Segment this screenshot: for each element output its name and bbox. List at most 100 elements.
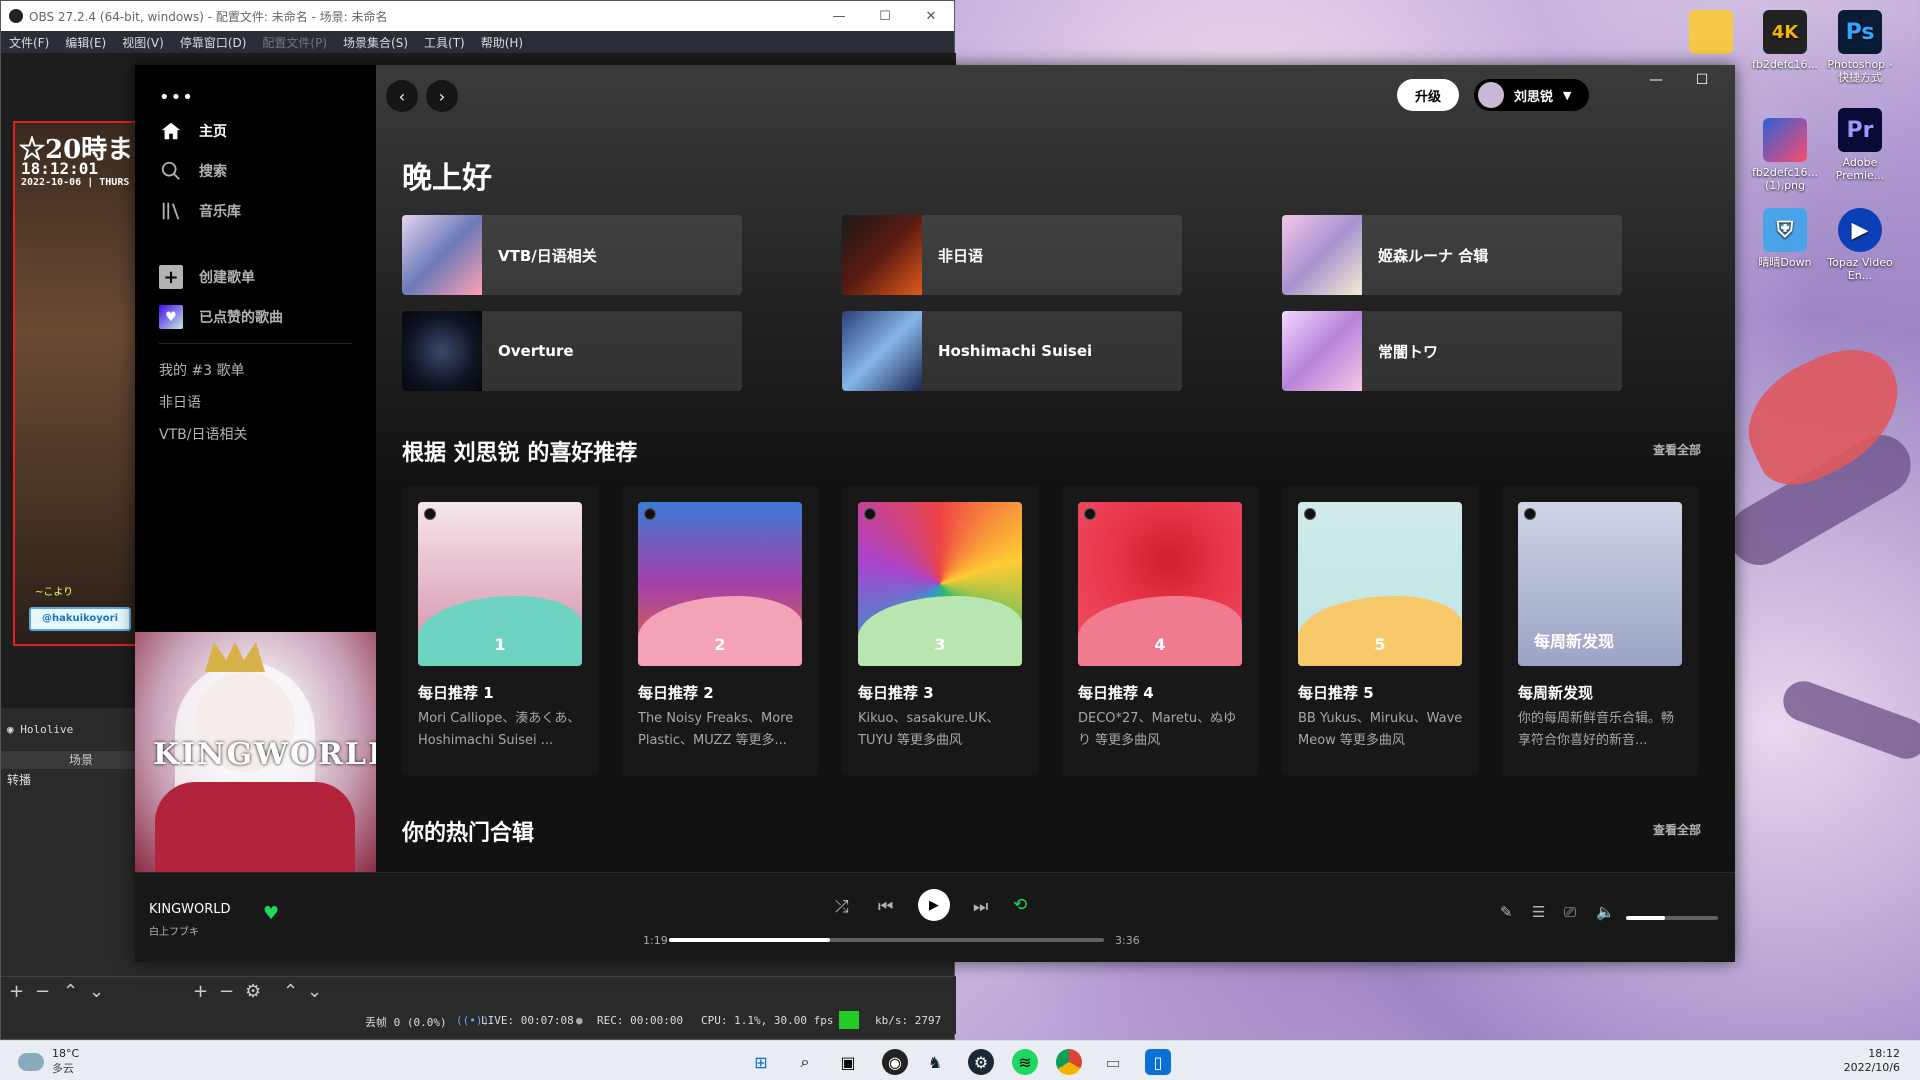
tile-art <box>402 311 482 391</box>
now-playing-artist[interactable]: 白上フブキ <box>149 923 199 938</box>
quick-tile[interactable]: 常闇トワ <box>1282 311 1622 391</box>
menu-tools[interactable]: 工具(T) <box>416 34 473 51</box>
source-up-icon[interactable]: ⌃ <box>283 981 298 1002</box>
like-heart-icon[interactable]: ♥ <box>263 903 279 924</box>
remove-icon[interactable]: − <box>35 981 50 1002</box>
nav-home[interactable]: 主页 <box>159 119 227 143</box>
menu-file[interactable]: 文件(F) <box>1 34 57 51</box>
scene-item[interactable]: 转播 <box>7 771 31 788</box>
card-description: Mori Calliope、湊あくあ、Hoshimachi Suisei ... <box>418 711 581 748</box>
total-time: 3:36 <box>1115 934 1140 947</box>
gear-icon[interactable]: ⚙ <box>245 981 261 1002</box>
phone-link-icon[interactable]: ▯ <box>1145 1049 1171 1075</box>
section-title-recommended: 根据 刘思锐 的喜好推荐 <box>402 441 638 466</box>
add-source-icon[interactable]: + <box>193 981 208 1002</box>
desktop-icon-label: Photoshop - 快捷方式 <box>1827 58 1893 84</box>
daily-mix-card[interactable]: 1 每日推荐 1 Mori Calliope、湊あくあ、Hoshimachi S… <box>402 486 599 776</box>
quick-tile[interactable]: 非日语 <box>842 215 1182 295</box>
daily-mix-card[interactable]: 5 每日推荐 5 BB Yukus、Miruku、Wave Meow 等更多曲风 <box>1282 486 1479 776</box>
heart-icon: ♥ <box>159 305 183 329</box>
card-title: 每日推荐 5 <box>1298 684 1374 702</box>
sidebar-playlist-item[interactable]: VTB/日语相关 <box>159 424 247 444</box>
progress-bar[interactable] <box>669 938 1104 942</box>
see-all-link[interactable]: 查看全部 <box>1653 821 1701 838</box>
maximize-icon[interactable]: ☐ <box>862 9 908 24</box>
desktop-icon-topaz[interactable]: ▶ Topaz Video En... <box>1825 208 1895 282</box>
nav-library[interactable]: 音乐库 <box>159 199 241 223</box>
discover-weekly-card[interactable]: 每周新发现 每周新发现 你的每周新鲜音乐合辑。畅享符合你喜好的新音... <box>1502 486 1699 776</box>
next-icon[interactable]: ⏭ <box>973 897 988 917</box>
move-down-icon[interactable]: ⌄ <box>89 981 104 1002</box>
previous-icon[interactable]: ⏮ <box>878 897 893 917</box>
add-icon[interactable]: + <box>9 981 24 1002</box>
more-options-icon[interactable]: ••• <box>159 87 194 108</box>
desktop-icon-photoshop[interactable]: Ps Photoshop - 快捷方式 <box>1825 10 1895 84</box>
menu-view[interactable]: 视图(V) <box>114 34 172 51</box>
preview-signature: ~こより <box>35 587 74 598</box>
desktop-icon-image-4k[interactable]: 4K fb2defc16... <box>1750 10 1820 71</box>
search-taskbar-icon[interactable]: ⌕ <box>792 1049 818 1075</box>
live-time: LIVE: 00:07:08 <box>481 1014 574 1027</box>
task-view-icon[interactable]: ▣ <box>835 1049 861 1075</box>
forward-arrow-icon[interactable]: › <box>426 80 458 112</box>
remove-source-icon[interactable]: − <box>219 981 234 1002</box>
now-playing-title[interactable]: KINGWORLD <box>149 902 231 917</box>
minimize-icon[interactable]: — <box>816 9 862 24</box>
spotify-maximize-icon[interactable]: ☐ <box>1679 65 1725 95</box>
upgrade-button[interactable]: 升级 <box>1397 79 1459 111</box>
quick-tile[interactable]: Overture <box>402 311 742 391</box>
chrome-icon[interactable] <box>1056 1049 1082 1075</box>
avatar <box>1478 82 1504 108</box>
quick-tile[interactable]: 姬森ルーナ 合辑 <box>1282 215 1622 295</box>
move-up-icon[interactable]: ⌃ <box>63 981 78 1002</box>
source-down-icon[interactable]: ⌄ <box>307 981 322 1002</box>
obs-taskbar-icon[interactable]: ◉ <box>882 1049 908 1075</box>
menu-edit[interactable]: 编辑(E) <box>57 34 114 51</box>
devices-icon[interactable]: ⎚ <box>1564 903 1576 921</box>
spotify-minimize-icon[interactable]: — <box>1633 65 1679 95</box>
sidebar-playlist-item[interactable]: 我的 #3 歌单 <box>159 360 245 380</box>
sidebar-playlist-item[interactable]: 非日语 <box>159 392 201 412</box>
volume-slider[interactable] <box>1626 916 1718 920</box>
card-description: BB Yukus、Miruku、Wave Meow 等更多曲风 <box>1298 711 1463 748</box>
user-menu-button[interactable]: 刘思锐 ▼ <box>1474 79 1589 111</box>
play-button[interactable]: ▶ <box>918 889 950 921</box>
folder-icon <box>1689 10 1733 54</box>
app-taskbar-icon[interactable]: ♞ <box>922 1049 948 1075</box>
menu-docks[interactable]: 停靠窗口(D) <box>172 34 255 51</box>
menu-profile[interactable]: 配置文件(P) <box>254 34 335 51</box>
shuffle-icon[interactable]: ⤮ <box>835 897 849 917</box>
now-playing-cover-art[interactable]: KINGWORLD <box>135 632 376 872</box>
daily-mix-card[interactable]: 4 每日推荐 4 DECO*27、Maretu、ぬゆり 等更多曲风 <box>1062 486 1259 776</box>
desktop-icon-image[interactable]: fb2defc16... (1).png <box>1750 118 1820 192</box>
nav-search[interactable]: 搜索 <box>159 159 227 183</box>
daily-mix-card[interactable]: 2 每日推荐 2 The Noisy Freaks、More Plastic、M… <box>622 486 819 776</box>
steam-icon[interactable]: ⚙ <box>968 1049 994 1075</box>
obs-preview-source[interactable]: ☆20時ま 18:12:01 2022-10-06 | THURS ~こより @… <box>13 121 138 646</box>
menu-scene-collection[interactable]: 场景集合(S) <box>335 34 416 51</box>
progress-fill <box>669 938 830 942</box>
create-playlist-button[interactable]: + 创建歌单 <box>159 265 255 289</box>
start-icon[interactable]: ⊞ <box>748 1049 774 1075</box>
weather-widget[interactable]: 18°C 多云 <box>18 1047 79 1076</box>
system-clock[interactable]: 18:12 2022/10/6 <box>1844 1047 1900 1075</box>
back-arrow-icon[interactable]: ‹ <box>386 80 418 112</box>
liked-songs-button[interactable]: ♥ 已点赞的歌曲 <box>159 305 283 329</box>
close-icon[interactable]: ✕ <box>908 9 954 24</box>
mic-icon[interactable]: ✎ <box>1500 903 1513 921</box>
desktop-icon-folder[interactable] <box>1676 10 1746 58</box>
queue-icon[interactable]: ☰ <box>1532 903 1545 921</box>
volume-icon[interactable]: 🔈 <box>1596 903 1615 921</box>
quick-tile[interactable]: VTB/日语相关 <box>402 215 742 295</box>
repeat-icon[interactable]: ⟲ <box>1013 895 1027 915</box>
spotify-close-icon[interactable]: ✕ <box>1725 65 1735 95</box>
quick-tile[interactable]: Hoshimachi Suisei <box>842 311 1182 391</box>
camera-icon[interactable]: ▭ <box>1100 1049 1126 1075</box>
daily-mix-card[interactable]: 3 每日推荐 3 Kikuo、sasakure.UK、TUYU 等更多曲风 <box>842 486 1039 776</box>
see-all-link[interactable]: 查看全部 <box>1653 441 1701 458</box>
desktop-icon-download[interactable]: ⛨ 晴晴Down <box>1750 208 1820 269</box>
menu-help[interactable]: 帮助(H) <box>473 34 531 51</box>
desktop-icon-premiere[interactable]: Pr Adobe Premie... <box>1825 108 1895 182</box>
spotify-taskbar-icon[interactable]: ≋ <box>1012 1049 1038 1075</box>
crown-icon <box>205 642 265 672</box>
